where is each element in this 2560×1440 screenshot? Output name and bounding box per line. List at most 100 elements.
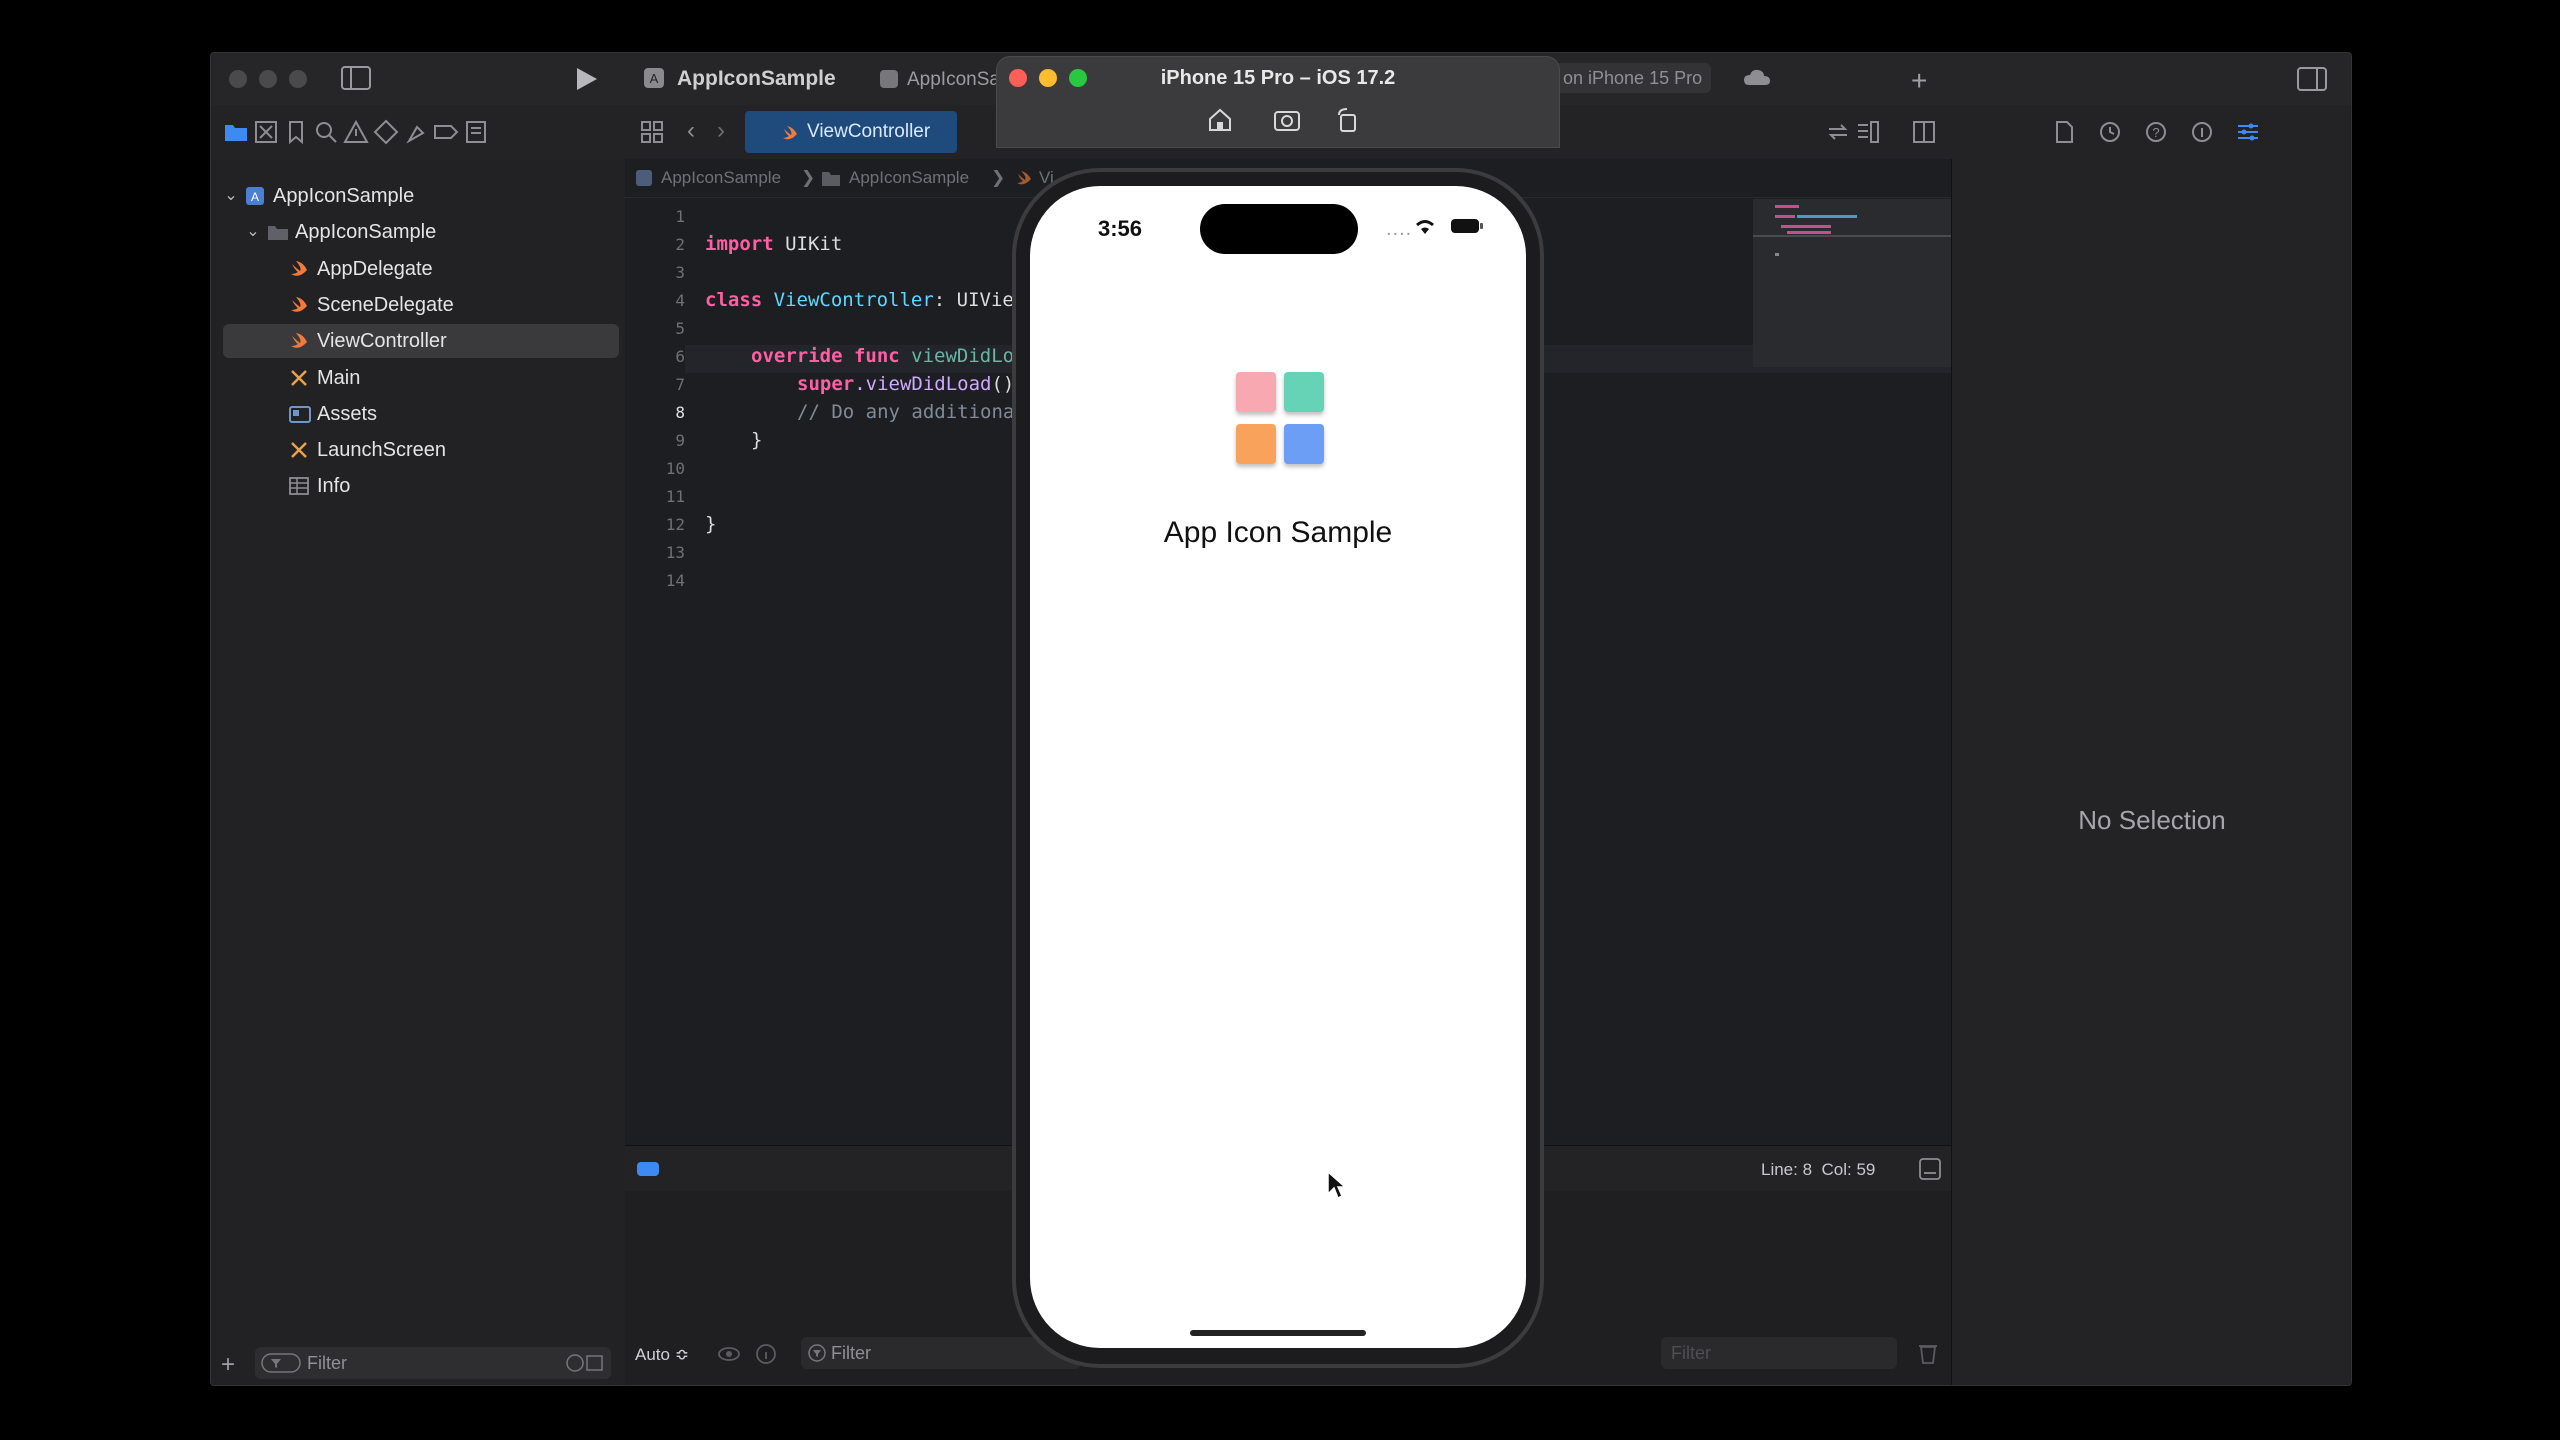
code-line-6[interactable]: override func viewDidLo [751, 345, 1014, 367]
swift-file-icon [783, 126, 797, 140]
back-chevron-icon[interactable]: ‹ [687, 117, 695, 145]
zoom-window-button[interactable] [289, 70, 307, 88]
source-control-icon[interactable] [253, 119, 279, 145]
add-editor-icon[interactable] [1911, 119, 1937, 145]
code-line-4[interactable]: class ViewController: UIVie [705, 289, 1014, 311]
attributes-inspector-icon[interactable] [2235, 119, 2261, 145]
tree-item-scenedelegate[interactable]: SceneDelegate [223, 288, 619, 322]
file-inspector-icon[interactable] [2051, 119, 2077, 145]
filter-icon [261, 1353, 301, 1373]
chevron-down-icon[interactable]: ⌄ [243, 215, 263, 249]
help-icon[interactable]: ? [2143, 119, 2169, 145]
code-line-9[interactable]: } [751, 429, 762, 451]
add-tab-icon[interactable]: + [1911, 65, 1927, 97]
tree-item-label: AppIconSample [295, 221, 437, 244]
jumpbar-separator: ❯ [801, 168, 816, 187]
debug-spray-icon[interactable] [403, 119, 429, 145]
tree-item-viewcontroller[interactable]: ViewController [223, 324, 619, 359]
tree-item-label: AppIconSample [273, 185, 415, 207]
identity-inspector-icon[interactable] [2189, 119, 2215, 145]
info-icon[interactable] [755, 1343, 777, 1365]
run-button[interactable] [573, 66, 599, 92]
assets-icon [289, 404, 311, 424]
code-line-2[interactable]: import UIKit [705, 233, 842, 255]
trash-icon[interactable] [1917, 1341, 1939, 1365]
line-number: 3 [675, 263, 685, 282]
eye-icon[interactable] [717, 1343, 741, 1365]
swift-file-icon [289, 331, 309, 351]
report-navigator-icon[interactable] [463, 119, 489, 145]
rotate-icon[interactable] [1335, 107, 1361, 133]
variables-scope-select[interactable]: Auto ≎ [635, 1345, 689, 1365]
logo-tile-green [1284, 372, 1324, 412]
cursor-position: Line: 8 Col: 59 [1761, 1160, 1876, 1179]
tree-item-launchscreen[interactable]: LaunchScreen [223, 433, 619, 467]
chevron-down-icon[interactable]: ⌄ [221, 179, 241, 213]
code-line-7[interactable]: super.viewDidLoad() [797, 373, 1014, 395]
folder-icon [267, 222, 288, 242]
navigator-filter-field[interactable]: Filter [255, 1347, 611, 1379]
destination-label: on iPhone 15 Pro [1563, 68, 1703, 88]
refresh-icon[interactable] [1825, 119, 1851, 145]
bookmark-icon[interactable] [283, 119, 309, 145]
tree-item-appiconsample[interactable]: ⌄ A AppIconSample [223, 179, 619, 213]
grid-icon[interactable] [639, 119, 665, 145]
screenshot-icon[interactable] [1273, 107, 1301, 133]
warning-icon[interactable] [343, 119, 369, 145]
project-navigator: ⌄ A AppIconSample ⌄ AppIconSample AppDelegate… [211, 159, 626, 1385]
minimap[interactable] [1753, 199, 1951, 367]
test-diamond-icon[interactable] [373, 119, 399, 145]
tree-item-main[interactable]: Main [223, 361, 619, 395]
iphone-screen[interactable]: 3:56 .... App Icon Sample [1030, 186, 1526, 1348]
cloud-icon[interactable] [1743, 67, 1771, 89]
editor-options-icon[interactable] [1855, 119, 1881, 145]
filter-placeholder: Filter [1671, 1343, 1711, 1363]
history-icon[interactable] [2097, 119, 2123, 145]
swift-file-icon [289, 259, 309, 279]
jumpbar-separator: ❯ [991, 168, 1006, 187]
tree-item-label: ViewController [317, 330, 447, 353]
project-icon: A [245, 186, 265, 206]
breakpoint-icon[interactable] [433, 119, 459, 145]
tree-item-label: Info [317, 475, 351, 498]
close-window-button[interactable] [229, 70, 247, 88]
recent-files-icon[interactable] [565, 1353, 605, 1373]
add-file-icon[interactable]: + [221, 1351, 235, 1379]
home-icon[interactable] [1207, 107, 1233, 133]
tree-item-label: LaunchScreen [317, 439, 446, 462]
forward-chevron-icon[interactable]: › [717, 117, 725, 145]
find-navigator-icon[interactable] [313, 119, 339, 145]
battery-icon [1451, 219, 1483, 233]
tab-viewcontroller[interactable]: ViewController [745, 111, 957, 153]
line-number: 14 [665, 571, 685, 590]
tree-item-info[interactable]: Info [223, 469, 619, 503]
minimize-window-button[interactable] [259, 70, 277, 88]
debug-area-toggle-icon[interactable] [637, 1162, 659, 1176]
app-icon: A [644, 68, 664, 88]
tree-item-label: Assets [317, 402, 378, 425]
storyboard-icon [289, 440, 309, 460]
line-number: 11 [665, 487, 685, 506]
tree-item-appdelegate[interactable]: AppDelegate [223, 252, 619, 286]
svg-text:?: ? [2152, 125, 2159, 140]
panel-toggle-icon[interactable] [1919, 1158, 1941, 1180]
status-time: 3:56 [1098, 216, 1143, 241]
console-filter-field[interactable]: Filter [1661, 1337, 1897, 1369]
line-number: 12 [665, 515, 685, 534]
home-indicator[interactable] [1190, 1330, 1366, 1336]
tree-item-appiconsample[interactable]: ⌄ AppIconSample [223, 215, 619, 249]
project-navigator-icon[interactable] [223, 119, 249, 145]
sidebar-toggle-icon[interactable] [341, 66, 371, 90]
line-number: 1 [675, 207, 685, 226]
tree-item-label: AppDelegate [317, 257, 433, 280]
code-line-8[interactable]: // Do any additiona [797, 401, 1014, 423]
inspector-toggle-icon[interactable] [2297, 67, 2327, 91]
scheme-label: AppIconSample [677, 67, 836, 90]
dynamic-island [1200, 204, 1358, 254]
tree-item-assets[interactable]: Assets [223, 397, 619, 431]
line-number: 4 [675, 291, 685, 310]
jumpbar-group[interactable]: AppIconSample [849, 168, 969, 188]
code-line-12[interactable]: } [705, 513, 716, 535]
simulator-toolbar: iPhone 15 Pro – iOS 17.2 [996, 56, 1560, 148]
jumpbar-project[interactable]: AppIconSample [661, 168, 781, 188]
